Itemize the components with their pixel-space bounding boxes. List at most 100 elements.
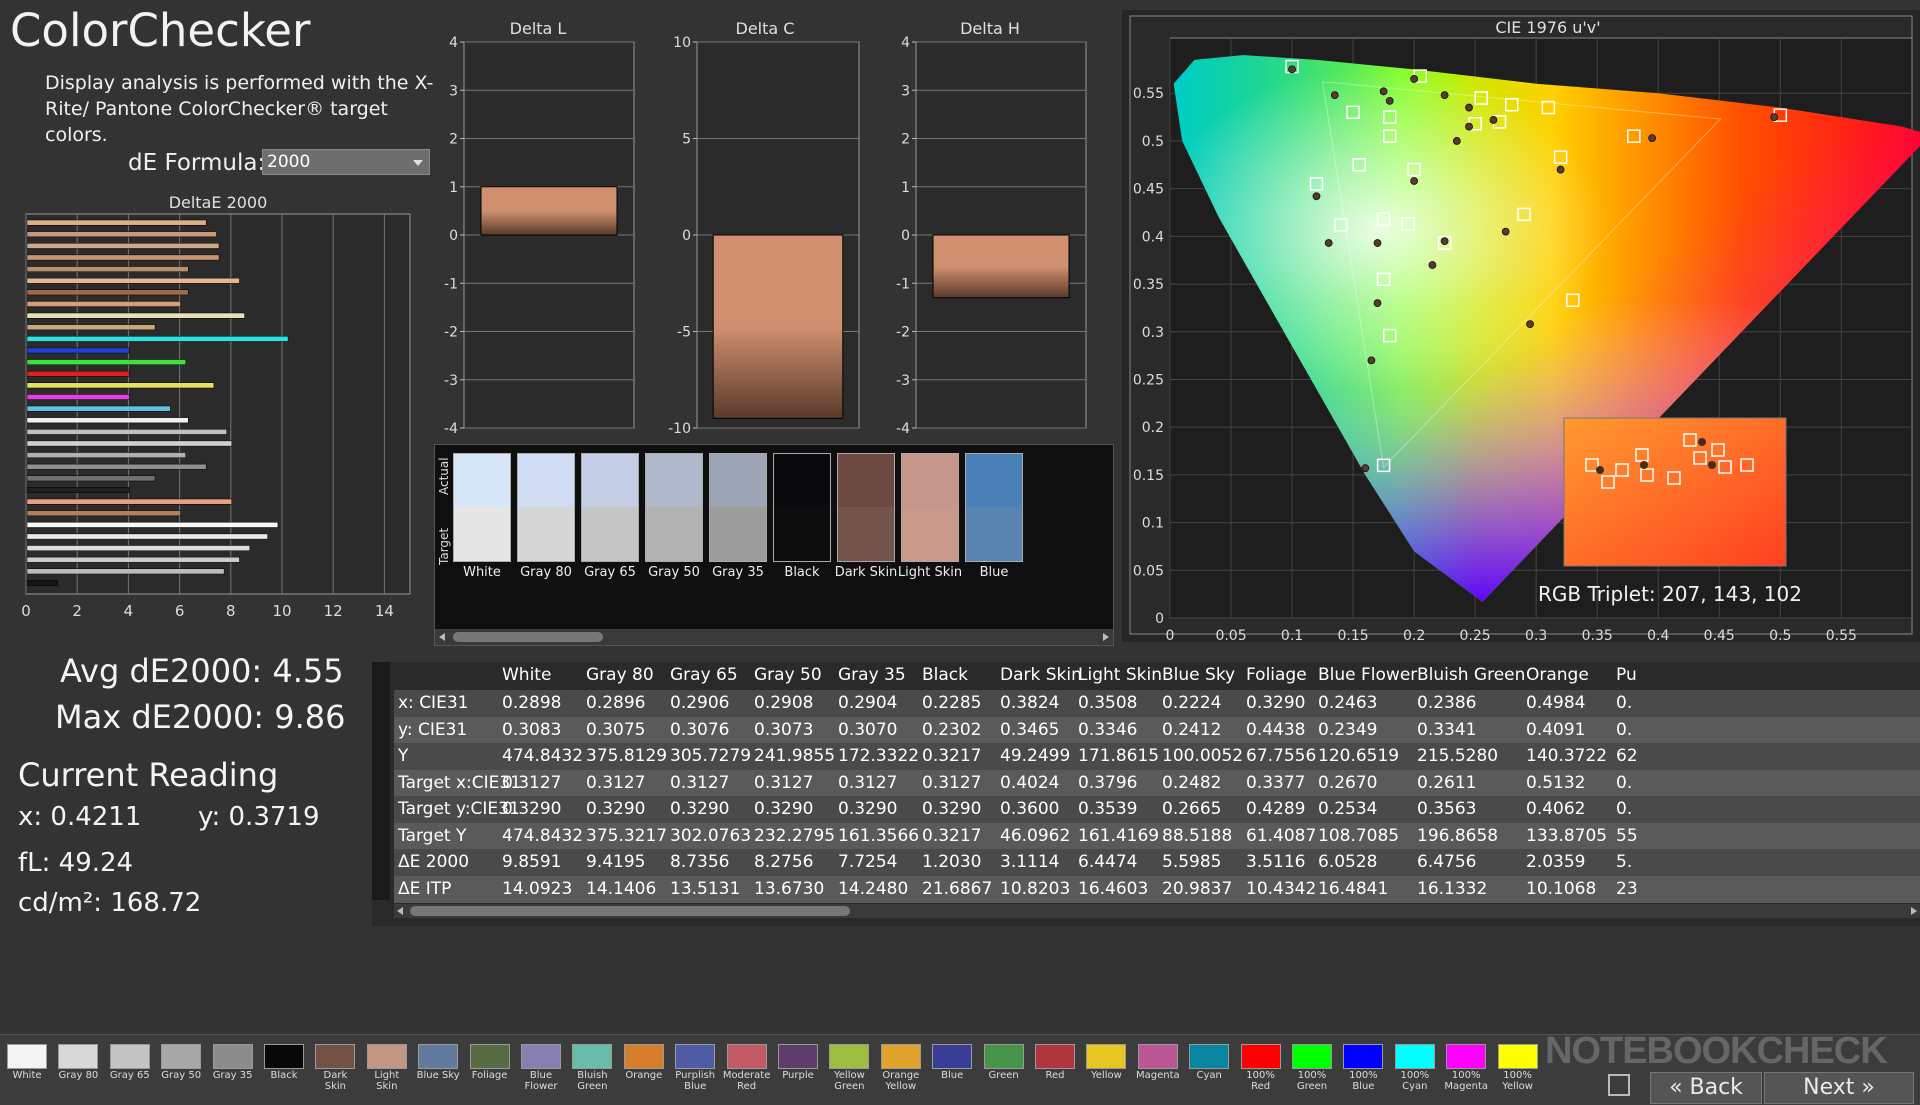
back-label: Back xyxy=(1689,1075,1743,1100)
table-cell: 0.2349 xyxy=(1318,719,1378,740)
legend-patch-100-blue[interactable]: 100% Blue xyxy=(1339,1044,1387,1102)
table-cell: 20.9837 xyxy=(1162,878,1233,899)
table-cell: 0.3217 xyxy=(922,825,982,846)
current-color-inset xyxy=(1563,417,1787,567)
legend-patch-foliage[interactable]: Foliage xyxy=(466,1044,514,1102)
table-cell: 0.2896 xyxy=(586,693,646,713)
swatch-target xyxy=(965,507,1023,562)
table-cell: 0.3377 xyxy=(1246,772,1306,793)
deltae-bar xyxy=(26,243,220,249)
deltae-tick-label: 6 xyxy=(175,602,185,620)
cie-y-tick: 0.15 xyxy=(1133,468,1164,484)
legend-patch-magenta[interactable]: Magenta xyxy=(1134,1044,1182,1102)
table-row-label: Y xyxy=(398,746,409,766)
cie-measured-point xyxy=(1312,192,1321,201)
deltae-bar xyxy=(26,568,225,575)
swatch-label: Black xyxy=(784,565,820,580)
legend-patch-100-red[interactable]: 100% Red xyxy=(1237,1044,1285,1102)
legend-swatch xyxy=(1292,1044,1332,1069)
back-button[interactable]: « Back xyxy=(1650,1072,1762,1104)
cie-x-tick: 0 xyxy=(1166,628,1175,642)
legend-patch-purple[interactable]: Purple xyxy=(774,1044,822,1102)
table-cell: 0.3075 xyxy=(586,719,646,740)
deltae-bar xyxy=(26,324,156,331)
deltae-chart-title: DeltaE 2000 xyxy=(169,193,268,212)
cie-measured-point xyxy=(1526,320,1534,329)
legend-patch-yellow[interactable]: Yellow xyxy=(1082,1044,1130,1102)
legend-swatch xyxy=(1240,1044,1281,1069)
legend-patch-cyan[interactable]: Cyan xyxy=(1185,1044,1233,1102)
table-cell: 100.0052 xyxy=(1162,746,1244,766)
legend-label: Gray 50 xyxy=(161,1070,202,1081)
de-formula-label: dE Formula: xyxy=(128,150,266,176)
stop-icon[interactable] xyxy=(1608,1074,1630,1096)
cie-measured-point xyxy=(1288,65,1296,74)
table-scrollbar-thumb[interactable] xyxy=(410,906,850,916)
table-cell: Gray 50 xyxy=(754,665,822,685)
table-cell: Orange xyxy=(1526,665,1589,685)
legend-patch-light-skin[interactable]: Light Skin xyxy=(363,1044,411,1102)
table-cell: 3.5116 xyxy=(1246,852,1306,872)
table-cell: 14.1406 xyxy=(586,878,657,899)
legend-patch-yellow-green[interactable]: Yellow Green xyxy=(825,1044,873,1102)
legend-label: Magenta xyxy=(1135,1070,1180,1081)
deltae-bar xyxy=(26,580,58,586)
inset-measured-point xyxy=(1698,438,1706,446)
legend-patch-gray-65[interactable]: Gray 65 xyxy=(106,1044,154,1102)
cie-x-tick: 0.35 xyxy=(1582,628,1613,642)
swatch-gray-80: Gray 80 xyxy=(517,453,575,623)
legend-patch-gray-80[interactable]: Gray 80 xyxy=(54,1044,102,1102)
legend-swatch xyxy=(161,1044,202,1069)
legend-patch-100-yellow[interactable]: 100% Yellow xyxy=(1494,1044,1542,1102)
table-cell: 0.2670 xyxy=(1318,772,1378,793)
legend-patch-white[interactable]: White xyxy=(3,1044,51,1102)
legend-patch-green[interactable]: Green xyxy=(980,1044,1028,1102)
table-cell: 6.4474 xyxy=(1078,852,1138,872)
legend-label: Moderate Red xyxy=(722,1070,771,1092)
table-cell: 16.4603 xyxy=(1078,878,1149,899)
legend-label: 100% Cyan xyxy=(1400,1070,1430,1092)
next-button[interactable]: Next » xyxy=(1764,1072,1914,1104)
swatch-actual xyxy=(837,453,895,508)
table-scroll-left-icon[interactable] xyxy=(397,907,403,915)
legend-patch-orange-yellow[interactable]: Orange Yellow xyxy=(877,1044,925,1102)
legend-patch-black[interactable]: Black xyxy=(260,1044,308,1102)
table-scrollbar[interactable] xyxy=(394,904,1920,918)
legend-label: 100% Red xyxy=(1246,1070,1275,1092)
deltae-bar xyxy=(26,417,189,424)
legend-patch-purplish-blue[interactable]: Purplish Blue xyxy=(671,1044,719,1102)
legend-patch-bluish-green[interactable]: Bluish Green xyxy=(568,1044,616,1102)
scroll-right-icon[interactable] xyxy=(1103,633,1109,641)
legend-swatch xyxy=(1343,1044,1384,1069)
legend-patch-blue[interactable]: Blue xyxy=(928,1044,976,1102)
legend-patch-blue-flower[interactable]: Blue Flower xyxy=(517,1044,565,1102)
de-formula-select[interactable]: 2000 xyxy=(262,149,430,175)
legend-patch-orange[interactable]: Orange xyxy=(620,1044,668,1102)
legend-patch-red[interactable]: Red xyxy=(1031,1044,1079,1102)
table-cell: 0.2482 xyxy=(1162,772,1222,793)
legend-swatch xyxy=(418,1044,459,1069)
legend-patch-100-cyan[interactable]: 100% Cyan xyxy=(1391,1044,1439,1102)
scroll-left-icon[interactable] xyxy=(439,633,445,641)
legend-patch-gray-35[interactable]: Gray 35 xyxy=(209,1044,257,1102)
legend-patch-100-green[interactable]: 100% Green xyxy=(1288,1044,1336,1102)
legend-label: Gray 65 xyxy=(109,1070,150,1081)
table-cell: 0.2412 xyxy=(1162,719,1222,740)
swatch-scrollbar[interactable] xyxy=(435,629,1113,645)
legend-patch-blue-sky[interactable]: Blue Sky xyxy=(414,1044,462,1102)
table-scroll-right-icon[interactable] xyxy=(1911,907,1917,915)
delta-tick-label: 5 xyxy=(682,132,691,148)
legend-patch-gray-50[interactable]: Gray 50 xyxy=(157,1044,205,1102)
table-cell: 0.3796 xyxy=(1078,772,1138,793)
legend-patch-100-magenta[interactable]: 100% Magenta xyxy=(1442,1044,1490,1102)
swatch-scrollbar-thumb[interactable] xyxy=(453,632,603,642)
swatch-white: White xyxy=(453,453,511,623)
legend-label: Yellow xyxy=(1090,1070,1122,1081)
legend-swatch xyxy=(264,1044,304,1069)
legend-patch-moderate-red[interactable]: Moderate Red xyxy=(723,1044,771,1102)
legend-label: Orange xyxy=(625,1070,663,1081)
legend-patch-dark-skin[interactable]: Dark Skin xyxy=(311,1044,359,1102)
table-cell: 0.2898 xyxy=(502,693,562,713)
table-cell: 140.3722 xyxy=(1526,746,1608,766)
delta-tick-label: -2 xyxy=(444,325,458,341)
